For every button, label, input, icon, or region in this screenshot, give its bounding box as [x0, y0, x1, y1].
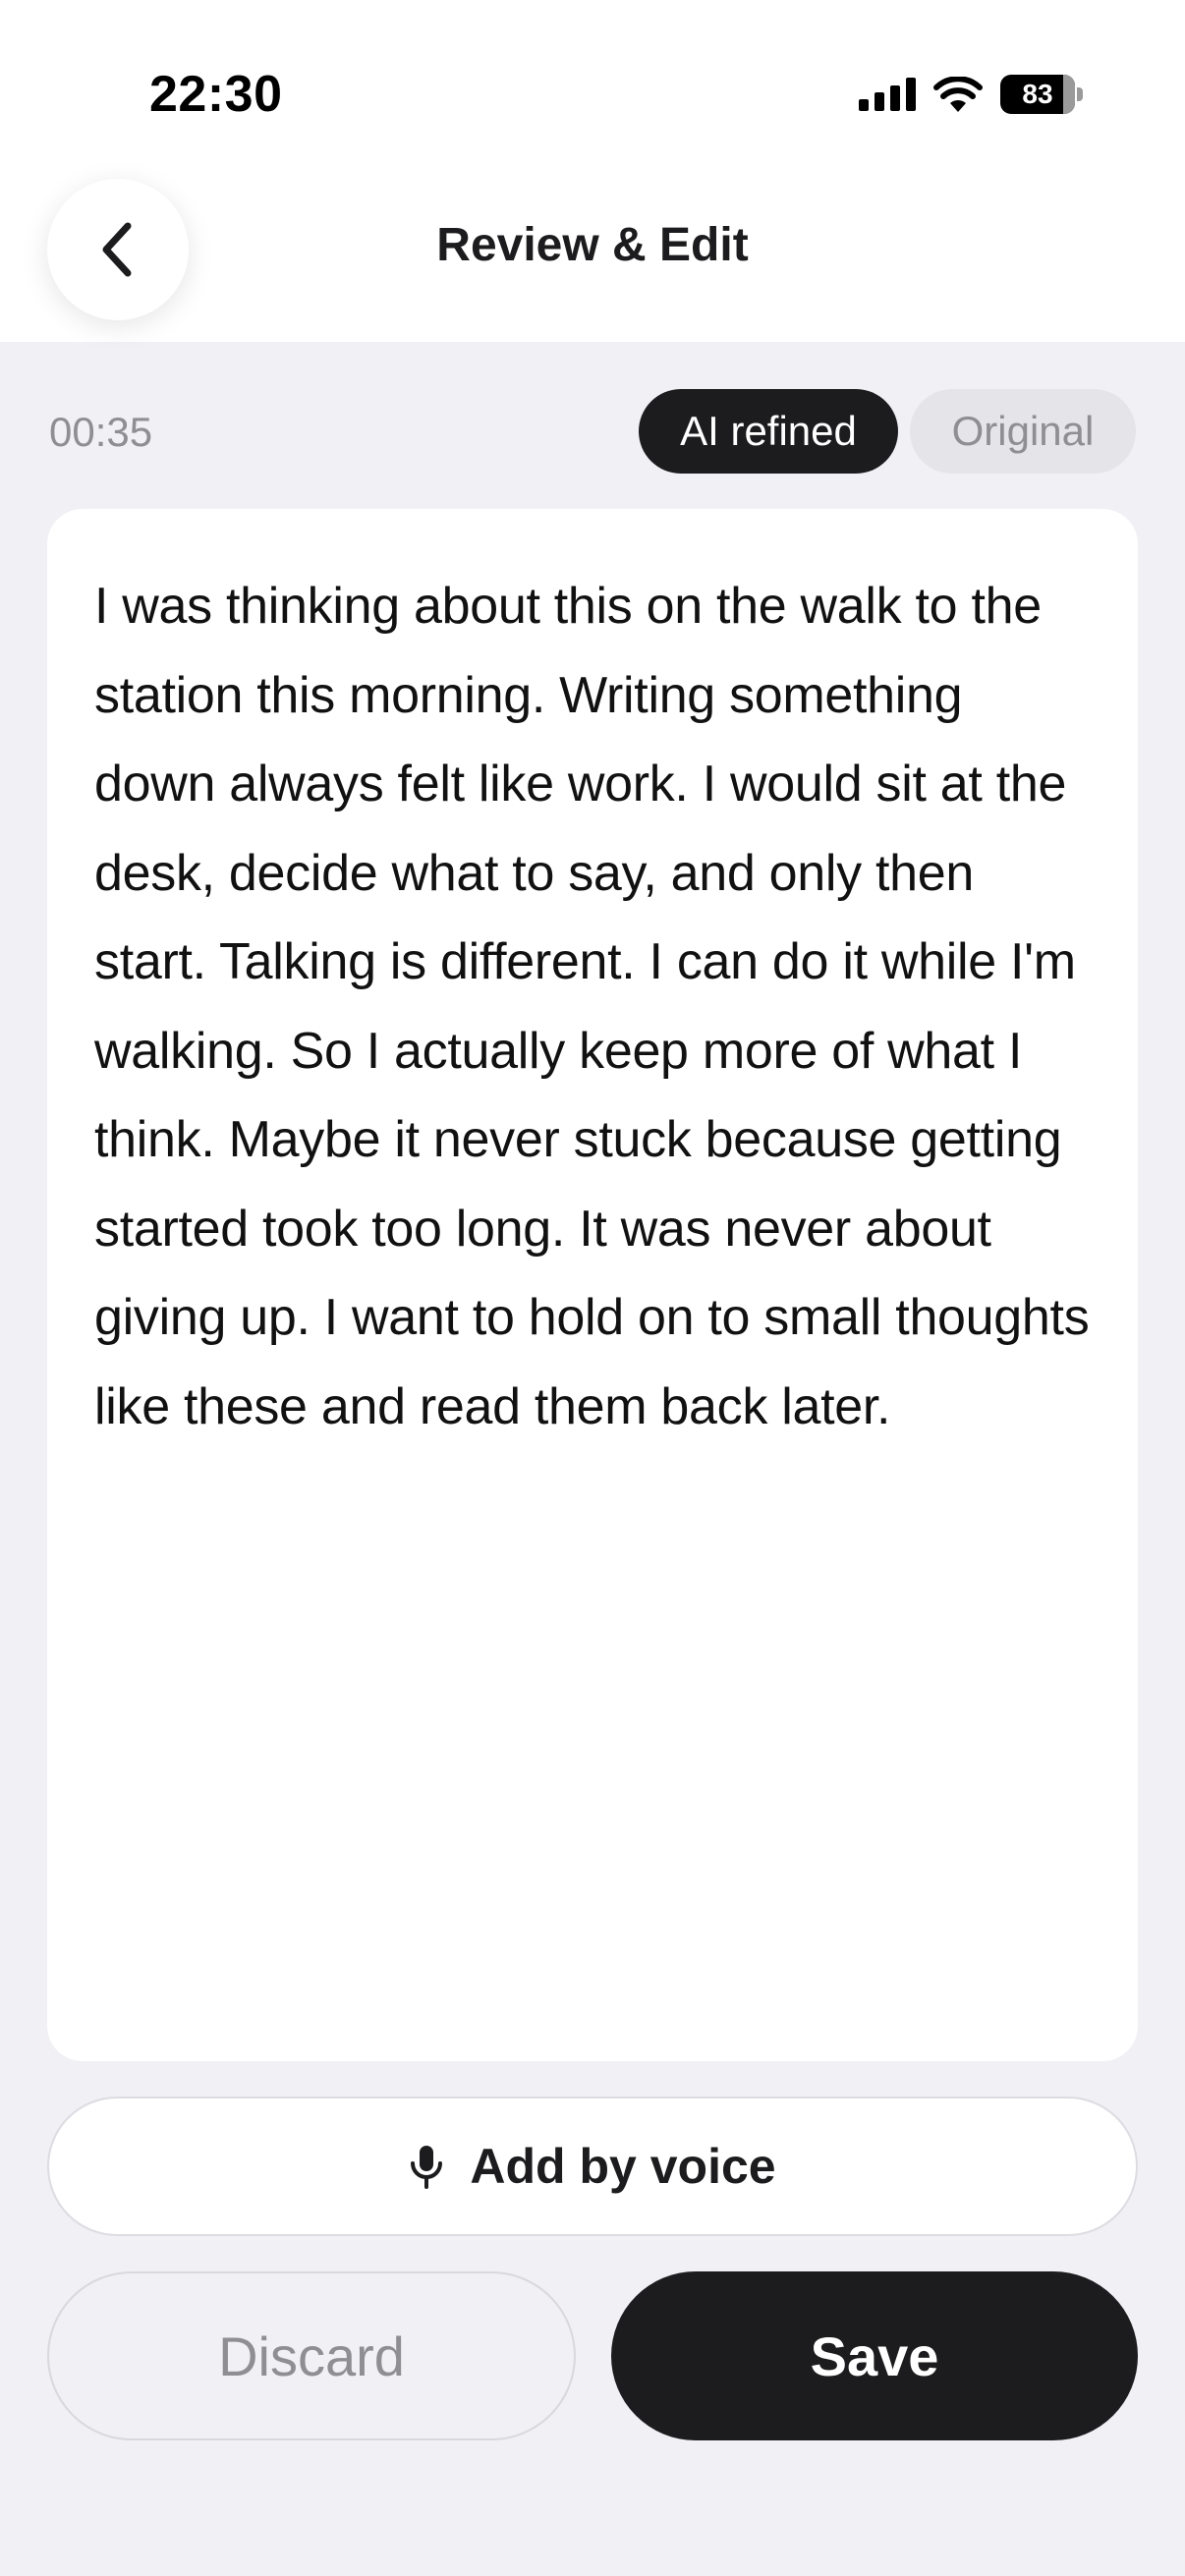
- review-edit-screen: 22:30 83 Review & Edit 00:35 AI refined …: [0, 0, 1185, 2576]
- transcript-text[interactable]: I was thinking about this on the walk to…: [94, 562, 1091, 1451]
- view-toggle: AI refined Original: [639, 389, 1136, 474]
- toggle-original[interactable]: Original: [910, 389, 1136, 474]
- add-by-voice-label: Add by voice: [470, 2139, 776, 2194]
- discard-button[interactable]: Discard: [47, 2271, 576, 2440]
- recording-duration: 00:35: [49, 409, 153, 455]
- wifi-icon: [933, 77, 983, 112]
- cellular-signal-icon: [859, 78, 916, 111]
- header: 22:30 83 Review & Edit: [0, 0, 1185, 342]
- toggle-ai-refined[interactable]: AI refined: [639, 389, 898, 474]
- status-time: 22:30: [149, 66, 283, 123]
- microphone-icon: [411, 2146, 443, 2189]
- transcript-card[interactable]: I was thinking about this on the walk to…: [47, 509, 1138, 2061]
- add-by-voice-button[interactable]: Add by voice: [47, 2097, 1138, 2236]
- page-title: Review & Edit: [436, 219, 749, 271]
- battery-level: 83: [1022, 79, 1053, 109]
- battery-icon: 83: [1000, 75, 1075, 114]
- status-icons: 83: [859, 71, 1083, 118]
- save-button[interactable]: Save: [611, 2271, 1138, 2440]
- battery-tip: [1077, 87, 1083, 101]
